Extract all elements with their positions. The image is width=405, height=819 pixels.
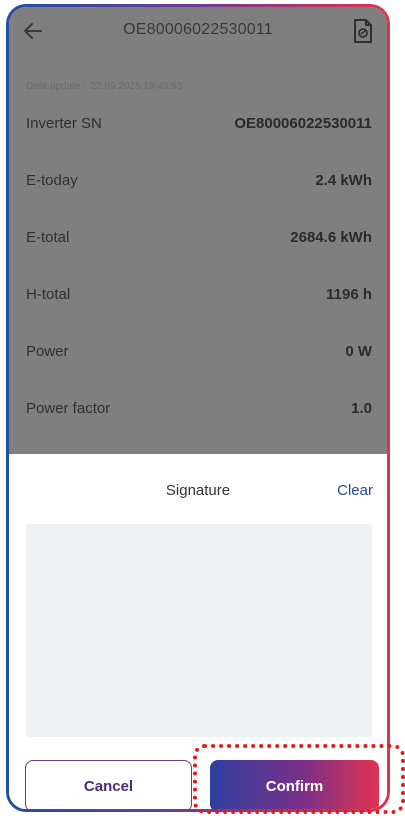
dimmed-detail-view: OE80006022530011 Data update：22.09.2025,… [9, 7, 387, 454]
row-value: 2684.6 kWh [290, 228, 372, 246]
header: OE80006022530011 [9, 15, 387, 47]
cancel-button[interactable]: Cancel [25, 760, 192, 809]
row-value: OE80006022530011 [234, 114, 372, 132]
row-value: 0 W [345, 342, 372, 360]
row-label: Power factor [26, 399, 111, 417]
signature-sheet: Signature Clear Cancel Confirm [9, 454, 387, 809]
row-e-today: E-today 2.4 kWh [26, 168, 372, 192]
data-update-text: Data update：22.09.2025,19:49:53 [26, 81, 183, 92]
sheet-title: Signature [165, 482, 231, 499]
confirm-button[interactable]: Confirm [210, 760, 379, 809]
device-frame: OE80006022530011 Data update：22.09.2025,… [6, 4, 390, 812]
row-power-factor: Power factor 1.0 [26, 396, 372, 420]
row-value: 1196 h [326, 285, 372, 303]
row-power: Power 0 W [26, 339, 372, 363]
page-title: OE80006022530011 [123, 21, 273, 38]
row-label: Inverter SN [26, 114, 102, 132]
row-label: Power [26, 342, 69, 360]
row-value: 2.4 kWh [315, 171, 372, 189]
document-sign-icon[interactable] [351, 18, 375, 44]
row-value: 1.0 [351, 399, 372, 417]
signature-pad[interactable] [26, 524, 372, 737]
row-e-total: E-total 2684.6 kWh [26, 225, 372, 249]
row-label: E-today [26, 171, 78, 189]
row-label: H-total [26, 285, 71, 303]
app-screen: OE80006022530011 Data update：22.09.2025,… [9, 7, 387, 809]
row-inverter-sn: Inverter SN OE80006022530011 [26, 111, 372, 135]
arrow-left-icon[interactable] [21, 19, 45, 43]
clear-button[interactable]: Clear [337, 482, 373, 499]
row-label: E-total [26, 228, 70, 246]
row-h-total: H-total 1196 h [26, 282, 372, 306]
